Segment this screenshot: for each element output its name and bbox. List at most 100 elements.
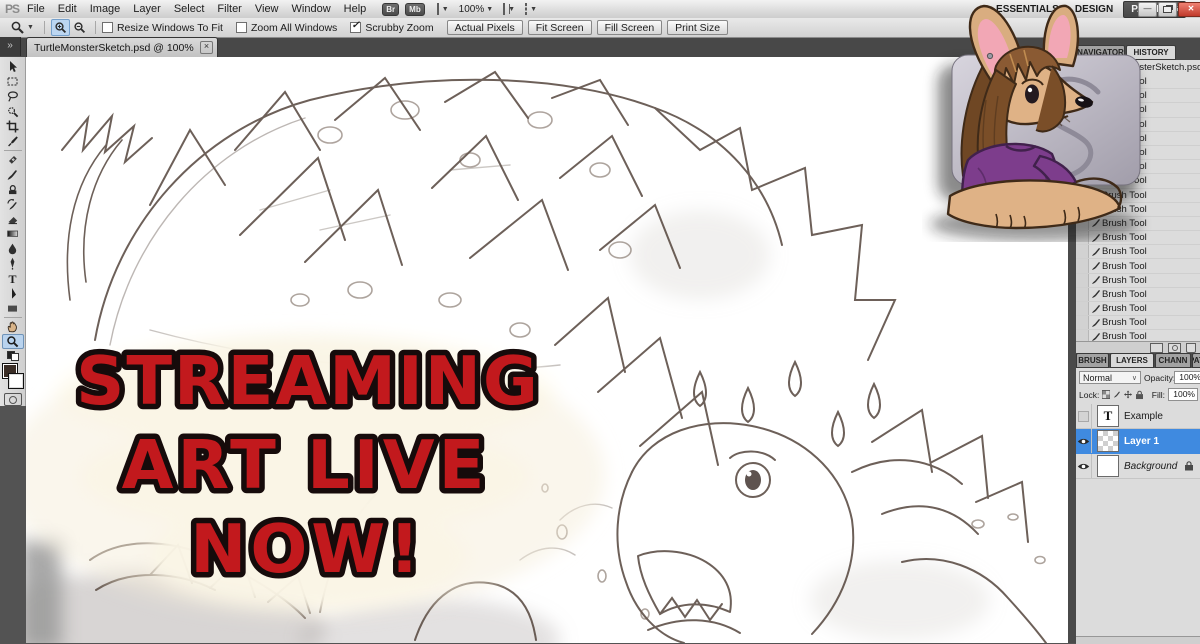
chevron-down-icon[interactable]: ▼ — [442, 6, 449, 13]
layer-thumbnail[interactable] — [1097, 430, 1119, 452]
menu-select[interactable]: Select — [174, 3, 205, 15]
history-source-cell[interactable] — [1076, 216, 1089, 231]
history-entry[interactable]: Brush Tool — [1076, 316, 1200, 331]
crop-tool[interactable] — [2, 119, 24, 134]
tab-layers[interactable]: LAYERS — [1110, 353, 1154, 368]
chevron-down-icon[interactable]: ▼ — [486, 6, 493, 13]
tab-brush[interactable]: BRUSH — [1076, 353, 1109, 368]
history-source-cell[interactable] — [1076, 330, 1089, 341]
eyedropper-tool[interactable] — [2, 134, 24, 149]
history-source-cell[interactable] — [1076, 117, 1089, 131]
zoom-out-button[interactable] — [70, 19, 89, 36]
type-tool[interactable]: T — [2, 271, 24, 286]
zoom-level-value[interactable]: 100% — [459, 4, 485, 15]
history-entry[interactable]: Brush Tool — [1076, 188, 1200, 203]
new-document-from-state-icon[interactable] — [1150, 342, 1163, 353]
launch-bridge-button[interactable]: Br — [382, 2, 400, 16]
layer-thumbnail[interactable] — [1097, 455, 1119, 477]
history-source-cell[interactable] — [1076, 273, 1089, 287]
lock-all-icon[interactable] — [1135, 390, 1143, 400]
move-tool[interactable] — [2, 59, 24, 74]
history-brush-tool[interactable] — [2, 197, 24, 212]
lock-transparency-icon[interactable] — [1102, 390, 1111, 399]
menu-filter[interactable]: Filter — [217, 3, 241, 15]
background-color-swatch[interactable] — [7, 373, 24, 390]
tools-dock-chevron[interactable]: » — [0, 37, 21, 56]
minimize-button[interactable]: — — [1138, 2, 1157, 17]
history-entry[interactable]: Brush Tool — [1076, 245, 1200, 260]
document-canvas[interactable]: STREAMING ART LIVE NOW! — [26, 57, 1068, 643]
rectangle-shape-tool[interactable] — [2, 301, 24, 316]
history-source-cell[interactable] — [1076, 188, 1089, 202]
fill-value[interactable]: 100% — [1167, 388, 1198, 401]
pen-tool[interactable] — [2, 256, 24, 271]
print-size-button[interactable]: Print Size — [667, 20, 729, 35]
view-extras-icon[interactable] — [436, 3, 439, 15]
menu-window[interactable]: Window — [292, 3, 331, 15]
active-tool-badge[interactable]: ▼ — [10, 20, 38, 35]
blend-mode-select[interactable]: Normal ∨ — [1079, 371, 1141, 384]
chevron-down-icon[interactable]: ▼ — [530, 6, 537, 13]
layer-row-background[interactable]: Background — [1076, 454, 1200, 479]
menu-file[interactable]: File — [27, 3, 45, 15]
history-source-cell[interactable] — [1076, 160, 1089, 174]
menu-help[interactable]: Help — [344, 3, 367, 15]
new-snapshot-icon[interactable] — [1168, 342, 1181, 353]
history-entry[interactable]: Brush Tool — [1076, 145, 1200, 161]
history-entry[interactable]: Brush Tool — [1076, 302, 1200, 317]
brush-tool[interactable] — [2, 167, 24, 182]
rectangular-marquee-tool[interactable] — [2, 74, 24, 89]
quick-selection-tool[interactable] — [2, 104, 24, 119]
history-entry[interactable]: Brush Tool — [1076, 202, 1200, 217]
history-entry[interactable]: Brush Tool — [1076, 273, 1200, 288]
gradient-tool[interactable] — [2, 226, 24, 241]
arrange-documents-icon[interactable] — [503, 3, 511, 15]
history-source-cell[interactable] — [1076, 302, 1089, 316]
clone-stamp-tool[interactable] — [2, 182, 24, 197]
visibility-toggle[interactable] — [1076, 404, 1092, 428]
menu-view[interactable]: View — [255, 3, 279, 15]
history-entry[interactable]: Brush Tool — [1076, 174, 1200, 189]
fill-screen-button[interactable]: Fill Screen — [596, 20, 663, 35]
workspace-essentials[interactable]: ESSENTIALS — [996, 4, 1059, 15]
history-source-cell[interactable] — [1076, 131, 1089, 145]
history-source-cell[interactable] — [1076, 231, 1089, 245]
default-colors-icon[interactable] — [6, 351, 19, 362]
history-entry[interactable]: Brush Tool — [1076, 231, 1200, 246]
tab-navigator[interactable]: NAVIGATOR — [1076, 45, 1125, 60]
history-entry[interactable]: Brush Tool — [1076, 131, 1200, 146]
history-source-cell[interactable] — [1076, 316, 1089, 330]
options-checkbox[interactable]: Zoom All Windows — [235, 22, 337, 34]
hand-tool[interactable] — [2, 319, 24, 334]
menu-image[interactable]: Image — [90, 3, 121, 15]
tab-channels[interactable]: CHANN — [1155, 353, 1191, 368]
history-source-cell[interactable] — [1076, 145, 1089, 160]
screen-mode-icon[interactable] — [525, 3, 528, 15]
zoom-tool[interactable] — [1, 334, 24, 350]
workspace-design[interactable]: DESIGN — [1075, 4, 1113, 15]
tab-history[interactable]: HISTORY — [1126, 45, 1176, 60]
path-selection-tool[interactable] — [2, 286, 24, 301]
text-layer-thumbnail[interactable]: T — [1097, 405, 1119, 427]
history-entry[interactable]: Brush Tool — [1076, 75, 1200, 90]
history-source-cell[interactable] — [1076, 287, 1089, 301]
history-entry[interactable]: Brush Tool — [1076, 216, 1200, 232]
eraser-tool[interactable] — [2, 212, 24, 227]
history-source-cell[interactable] — [1076, 202, 1089, 216]
close-icon[interactable]: × — [200, 41, 213, 54]
quick-mask-button[interactable] — [3, 393, 22, 407]
history-entry[interactable]: Brush Tool — [1076, 89, 1200, 104]
history-entry[interactable]: Brush Tool — [1076, 259, 1200, 274]
menu-edit[interactable]: Edit — [58, 3, 77, 15]
fit-screen-button[interactable]: Fit Screen — [527, 20, 592, 35]
document-tab[interactable]: TurtleMonsterSketch.psd @ 100% (Layer 1,… — [26, 37, 218, 57]
visibility-toggle[interactable] — [1076, 429, 1092, 453]
tab-paths[interactable]: PATHS — [1192, 353, 1200, 368]
actual-pixels-button[interactable]: Actual Pixels — [446, 20, 523, 35]
history-entry[interactable]: Brush Tool — [1076, 103, 1200, 118]
history-document-state[interactable]: TurtleMonsterSketch.psd — [1076, 60, 1200, 75]
history-entry[interactable]: Brush Tool — [1076, 160, 1200, 175]
zoom-in-button[interactable] — [50, 19, 70, 36]
blur-tool[interactable] — [2, 241, 24, 256]
options-checkbox[interactable]: Scrubby Zoom — [350, 20, 434, 34]
